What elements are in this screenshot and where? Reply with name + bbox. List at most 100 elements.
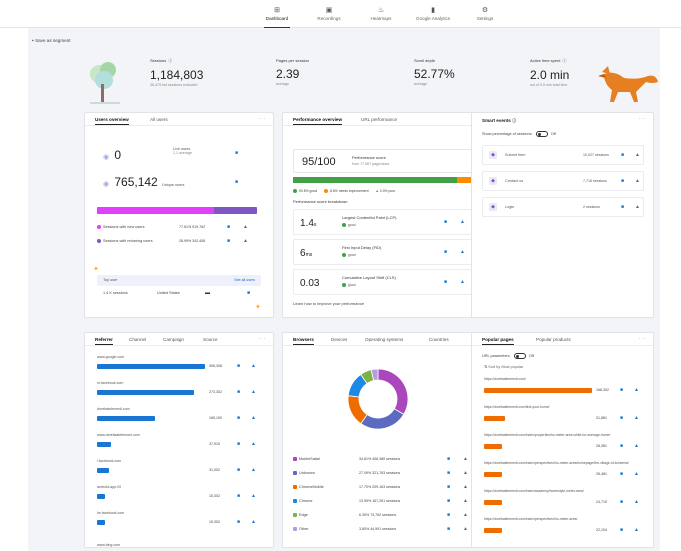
page-url[interactable]: https://dorebatelemedi.com/find-your-hom…	[484, 405, 634, 409]
video-icon[interactable]: ■	[620, 471, 623, 477]
filter-icon[interactable]: ▲	[634, 499, 639, 505]
filter-icon[interactable]: ▲	[635, 152, 640, 158]
top-user-video-icon[interactable]: ■	[247, 290, 250, 296]
video-icon[interactable]: ■	[444, 249, 447, 255]
page-url[interactable]: https://dorebatelemedi.com/index/academy…	[484, 489, 634, 493]
nav-recordings[interactable]: ▣ Recordings	[304, 7, 354, 21]
video-icon[interactable]: ■	[237, 441, 240, 447]
filter-icon[interactable]: ▲	[460, 249, 465, 255]
filter-icon[interactable]: ▲	[463, 484, 468, 490]
filter-icon[interactable]: ▲	[634, 527, 639, 533]
filter-icon[interactable]: ▲	[243, 224, 248, 230]
filter-icon[interactable]: ▲	[463, 526, 468, 532]
smart-event-item[interactable]: ◆ Contact us 7,716 sessions ■ ▲	[482, 171, 644, 191]
filter-icon[interactable]: ▲	[251, 389, 256, 395]
filter-icon[interactable]: ▲	[634, 415, 639, 421]
referrer-label[interactable]: www.doreliaatelemoni.com	[97, 433, 140, 437]
filter-icon[interactable]: ▲	[634, 387, 639, 393]
page-url[interactable]: https://dorebatelemedi.com/	[484, 377, 634, 381]
video-icon[interactable]: ■	[447, 470, 450, 476]
see-all-users-link[interactable]: See all users	[234, 278, 255, 282]
tab-0[interactable]: Popular pages	[482, 337, 514, 345]
filter-icon[interactable]: ▲	[463, 470, 468, 476]
percentage-toggle[interactable]	[535, 131, 548, 137]
filter-icon[interactable]: ▲	[251, 441, 256, 447]
browser-row[interactable]: MobileSafari	[293, 457, 320, 461]
tab-2[interactable]: Operating systems	[365, 337, 403, 342]
nav-dashboard[interactable]: ⊞ Dashboard	[252, 7, 302, 28]
filter-icon[interactable]: ▲	[251, 493, 256, 499]
video-icon[interactable]: ■	[227, 238, 230, 244]
video-icon[interactable]: ■	[621, 152, 624, 158]
referrer-label[interactable]: www.google.com	[97, 355, 124, 359]
tab-3[interactable]: Countries	[429, 337, 449, 342]
live-users-video-icon[interactable]: ■	[235, 150, 238, 156]
video-icon[interactable]: ■	[237, 519, 240, 525]
video-icon[interactable]: ■	[447, 498, 450, 504]
video-icon[interactable]: ■	[237, 467, 240, 473]
video-icon[interactable]: ■	[444, 219, 447, 225]
url-parameters-toggle[interactable]	[513, 353, 526, 359]
filter-icon[interactable]: ▲	[634, 471, 639, 477]
top-user-row[interactable]: 1.4 K sessions United States ▬ ■	[97, 289, 261, 299]
video-icon[interactable]: ■	[447, 456, 450, 462]
filter-icon[interactable]: ▲	[243, 238, 248, 244]
video-icon[interactable]: ■	[620, 527, 623, 533]
nav-google-analytics[interactable]: ▮ Google Analytics	[408, 7, 458, 21]
video-icon[interactable]: ■	[237, 493, 240, 499]
video-icon[interactable]: ■	[447, 512, 450, 518]
referrer-label[interactable]: dorebatelemedi.com	[97, 407, 130, 411]
video-icon[interactable]: ■	[620, 499, 623, 505]
tab-0[interactable]: Referrer	[95, 337, 113, 345]
tab-3[interactable]: Source	[203, 337, 218, 342]
referrer-label[interactable]: lm.facebook.com	[97, 511, 124, 515]
tab-url-performance[interactable]: URL performance	[361, 117, 397, 122]
more-options-icon[interactable]: ···	[639, 116, 647, 122]
filter-icon[interactable]: ▲	[635, 178, 640, 184]
video-icon[interactable]: ■	[621, 204, 624, 210]
referrer-label[interactable]: m.facebook.com	[97, 381, 123, 385]
nav-settings[interactable]: ⚙ Settings	[460, 7, 510, 21]
filter-icon[interactable]: ▲	[460, 219, 465, 225]
video-icon[interactable]: ■	[620, 443, 623, 449]
page-url[interactable]: https://dorebatelemedi.com/index/perspec…	[484, 461, 634, 465]
browser-row[interactable]: Other	[293, 527, 309, 531]
video-icon[interactable]: ■	[447, 526, 450, 532]
nav-heatmaps[interactable]: ♨ Heatmaps	[356, 7, 406, 21]
referrer-label[interactable]: android-app://0	[97, 485, 121, 489]
tab-0[interactable]: Browsers	[293, 337, 314, 345]
video-icon[interactable]: ■	[621, 178, 624, 184]
unique-users-video-icon[interactable]: ■	[235, 179, 238, 185]
filter-icon[interactable]: ▲	[251, 415, 256, 421]
more-options-icon[interactable]: ···	[259, 336, 267, 342]
donut-slice[interactable]	[360, 408, 405, 430]
page-url[interactable]: https://dorebatelemedi.com/index/perspec…	[484, 517, 634, 521]
video-icon[interactable]: ■	[237, 389, 240, 395]
filter-icon[interactable]: ▲	[634, 443, 639, 449]
tab-performance-overview[interactable]: Performance overview	[293, 117, 343, 125]
tab-users-overview[interactable]: Users overview	[95, 117, 129, 125]
referrer-label[interactable]: l.facebook.com	[97, 459, 121, 463]
tab-1[interactable]: Channel	[129, 337, 146, 342]
filter-icon[interactable]: ▲	[460, 279, 465, 285]
video-icon[interactable]: ■	[237, 363, 240, 369]
filter-icon[interactable]: ▲	[463, 512, 468, 518]
save-segment-button[interactable]: ▪ Save as segment	[32, 38, 71, 44]
filter-icon[interactable]: ▲	[251, 519, 256, 525]
smart-event-item[interactable]: ◆ Submit form 10,027 sessions ■ ▲	[482, 145, 644, 165]
video-icon[interactable]: ■	[620, 387, 623, 393]
more-options-icon[interactable]: ···	[639, 336, 647, 342]
tab-all-users[interactable]: All users	[150, 117, 168, 122]
video-icon[interactable]: ■	[447, 484, 450, 490]
video-icon[interactable]: ■	[237, 415, 240, 421]
referrer-footer-row[interactable]: www.bing.com	[97, 543, 120, 547]
smart-event-item[interactable]: ◆ Login 2 sessions ■ ▲	[482, 197, 644, 217]
more-options-icon[interactable]: ···	[259, 116, 267, 122]
tab-1[interactable]: Popular products	[536, 337, 571, 342]
browser-row[interactable]: Unknown	[293, 471, 315, 475]
filter-icon[interactable]: ▲	[251, 363, 256, 369]
filter-icon[interactable]: ▲	[635, 204, 640, 210]
filter-icon[interactable]: ▲	[251, 467, 256, 473]
browser-row[interactable]: Chrome	[293, 499, 313, 503]
video-icon[interactable]: ■	[227, 224, 230, 230]
